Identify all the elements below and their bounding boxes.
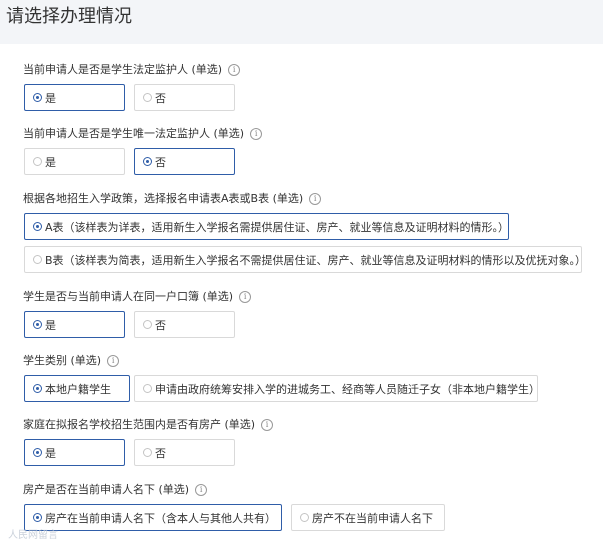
info-icon[interactable]: i	[228, 64, 241, 76]
option-local-student[interactable]: 本地户籍学生	[24, 375, 130, 402]
info-icon[interactable]: i	[250, 128, 263, 140]
watermark: 人民网留言	[8, 530, 58, 541]
option-migrant-student[interactable]: 申请由政府统筹安排入学的进城务工、经商等人员随迁子女（非本地户籍学生）	[134, 375, 538, 402]
option-property-owner-yes[interactable]: 房产在当前申请人名下（含本人与其他人共有）	[24, 504, 282, 531]
radio-icon	[143, 93, 152, 102]
option-label: 房产在当前申请人名下（含本人与其他人共有）	[45, 511, 276, 525]
radio-icon	[33, 255, 42, 264]
option-label: 否	[155, 155, 166, 169]
radio-icon	[33, 448, 42, 457]
option-sole-guardian-no[interactable]: 否	[134, 148, 235, 175]
question-label: 房产是否在当前申请人名下 (单选)	[23, 483, 190, 496]
question-sole-guardian: 当前申请人是否是学生唯一法定监护人 (单选) i	[23, 127, 263, 141]
option-household-no[interactable]: 否	[134, 311, 235, 338]
question-label: 家庭在拟报名学校招生范围内是否有房产 (单选)	[23, 418, 256, 431]
option-guardian-yes[interactable]: 是	[24, 84, 125, 111]
option-label: 本地户籍学生	[45, 382, 111, 396]
option-label: 否	[155, 91, 166, 105]
question-form-type: 根据各地招生入学政策，选择报名申请表A表或B表 (单选) i	[23, 192, 322, 206]
radio-icon	[143, 157, 152, 166]
option-label: A表（该样表为详表，适用新生入学报名需提供居住证、房产、就业等信息及证明材料的情…	[45, 220, 509, 234]
radio-icon	[33, 93, 42, 102]
question-property-owner: 房产是否在当前申请人名下 (单选) i	[23, 483, 208, 497]
option-label: 是	[45, 91, 56, 105]
option-form-a[interactable]: A表（该样表为详表，适用新生入学报名需提供居住证、房产、就业等信息及证明材料的情…	[24, 213, 509, 240]
info-icon[interactable]: i	[261, 419, 274, 431]
option-property-no[interactable]: 否	[134, 439, 235, 466]
option-household-yes[interactable]: 是	[24, 311, 125, 338]
option-label: 是	[45, 446, 56, 460]
info-icon[interactable]: i	[239, 291, 252, 303]
question-guardian: 当前申请人是否是学生法定监护人 (单选) i	[23, 63, 241, 77]
question-label: 学生是否与当前申请人在同一户口簿 (单选)	[23, 290, 234, 303]
question-household: 学生是否与当前申请人在同一户口簿 (单选) i	[23, 290, 252, 304]
option-label: 否	[155, 446, 166, 460]
info-icon[interactable]: i	[309, 193, 322, 205]
radio-icon	[33, 384, 42, 393]
option-label: 是	[45, 318, 56, 332]
question-student-type: 学生类别 (单选) i	[23, 354, 120, 368]
option-sole-guardian-yes[interactable]: 是	[24, 148, 125, 175]
question-property: 家庭在拟报名学校招生范围内是否有房产 (单选) i	[23, 418, 274, 432]
question-label: 学生类别 (单选)	[23, 354, 102, 367]
radio-icon	[300, 513, 309, 522]
info-icon[interactable]: i	[107, 355, 120, 367]
option-form-b[interactable]: B表（该样表为简表，适用新生入学报名不需提供居住证、房产、就业等信息及证明材料的…	[24, 246, 582, 273]
option-property-yes[interactable]: 是	[24, 439, 125, 466]
radio-icon	[143, 384, 152, 393]
option-label: 否	[155, 318, 166, 332]
question-label: 当前申请人是否是学生唯一法定监护人 (单选)	[23, 127, 245, 140]
option-label: B表（该样表为简表，适用新生入学报名不需提供居住证、房产、就业等信息及证明材料的…	[45, 253, 582, 267]
info-icon[interactable]: i	[195, 484, 208, 496]
question-label: 当前申请人是否是学生法定监护人 (单选)	[23, 63, 223, 76]
radio-icon	[33, 320, 42, 329]
page-title: 请选择办理情况	[6, 6, 132, 27]
radio-icon	[33, 157, 42, 166]
option-label: 申请由政府统筹安排入学的进城务工、经商等人员随迁子女（非本地户籍学生）	[155, 382, 538, 396]
option-label: 房产不在当前申请人名下	[312, 511, 433, 525]
option-label: 是	[45, 155, 56, 169]
radio-icon	[143, 448, 152, 457]
radio-icon	[33, 222, 42, 231]
option-property-owner-no[interactable]: 房产不在当前申请人名下	[291, 504, 445, 531]
option-guardian-no[interactable]: 否	[134, 84, 235, 111]
question-label: 根据各地招生入学政策，选择报名申请表A表或B表 (单选)	[23, 192, 304, 205]
radio-icon	[33, 513, 42, 522]
radio-icon	[143, 320, 152, 329]
